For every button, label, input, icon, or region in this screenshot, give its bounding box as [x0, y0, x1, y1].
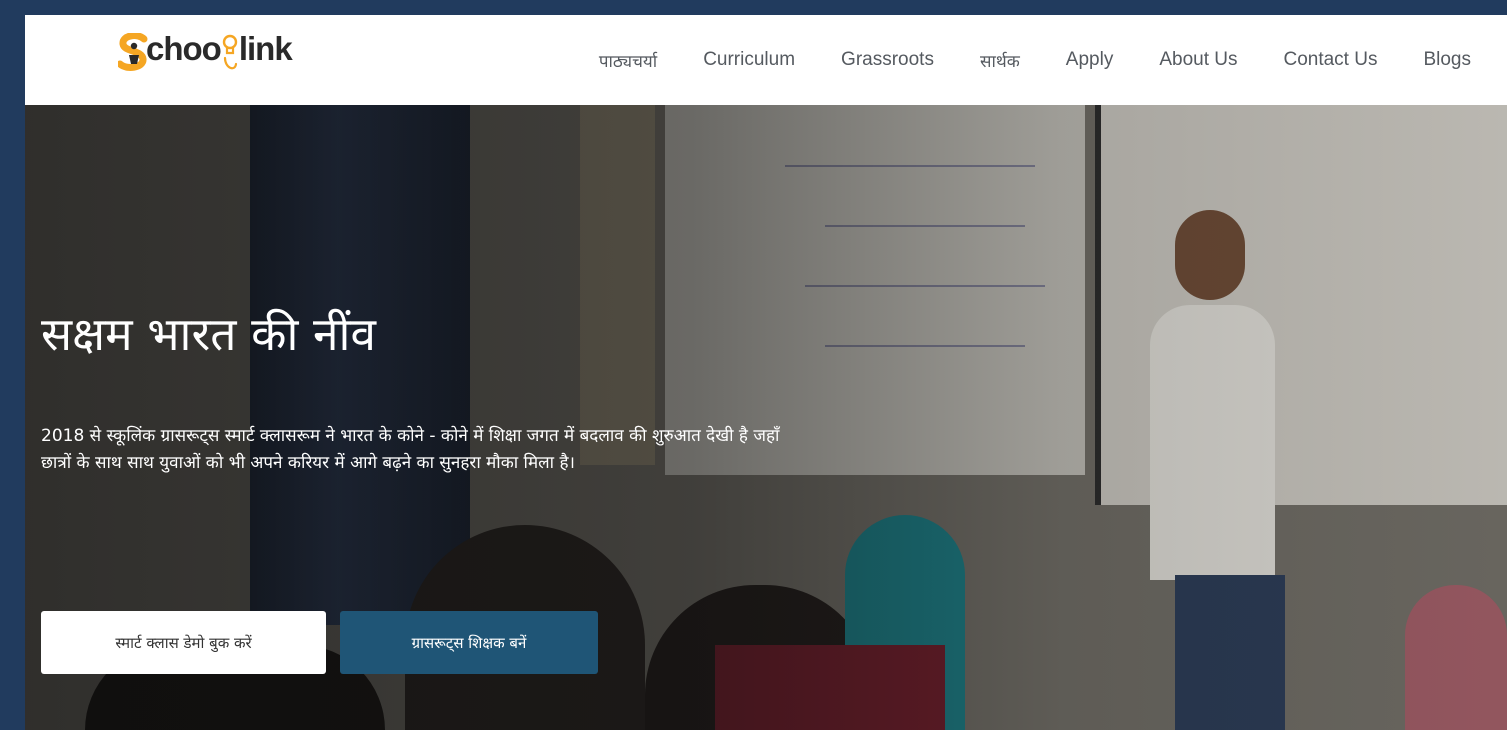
schoolink-logo[interactable]: choo link [118, 25, 293, 85]
nav-item-blogs[interactable]: Blogs [1423, 49, 1471, 71]
main-nav: पाठ्यचर्या Curriculum Grassroots सार्थक … [553, 15, 1507, 105]
nav-item-sarthak[interactable]: सार्थक [980, 49, 1020, 72]
page-frame: choo link पाठ्यचर्या Curriculum Grassroo… [25, 15, 1507, 730]
nav-item-grassroots[interactable]: Grassroots [841, 49, 934, 71]
hero-description: 2018 से स्कूलिंक ग्रासरूट्स स्मार्ट क्ला… [41, 426, 780, 473]
nav-item-about-us[interactable]: About Us [1159, 49, 1237, 71]
schoolink-s-mark-icon [118, 33, 148, 71]
become-teacher-button[interactable]: ग्रासरूट्स शिक्षक बनें [340, 611, 598, 674]
nav-item-pathyacharya[interactable]: पाठ्यचर्या [599, 49, 657, 72]
hero-title: सक्षम भारत की नींव [41, 307, 377, 361]
hero-section: सक्षम भारत की नींव 2018 से स्कूलिंक ग्रा… [25, 105, 1507, 730]
top-navbar: choo link पाठ्यचर्या Curriculum Grassroo… [25, 15, 1507, 105]
nav-item-apply[interactable]: Apply [1066, 49, 1114, 71]
book-demo-button[interactable]: स्मार्ट क्लास डेमो बुक करें [41, 611, 326, 674]
logo-wordmark: choo link [146, 30, 293, 70]
lightbulb-icon [221, 30, 239, 70]
nav-item-contact-us[interactable]: Contact Us [1283, 49, 1377, 71]
nav-item-curriculum[interactable]: Curriculum [703, 49, 795, 71]
